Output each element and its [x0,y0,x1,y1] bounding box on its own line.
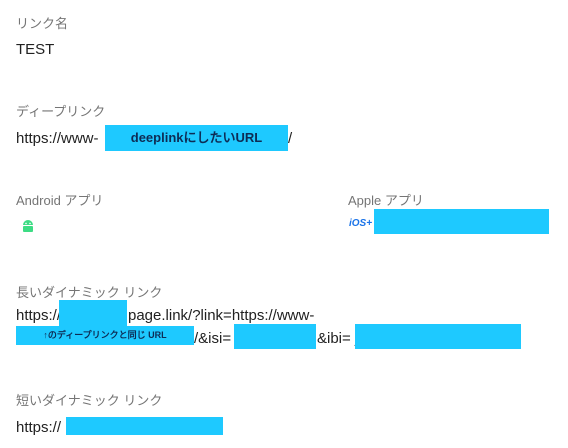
link-name-value: TEST [16,41,55,58]
long-link-line1-prefix: https:// [16,307,62,324]
short-link-label: 短いダイナミック リンク [16,393,163,408]
long-link-ibi-label: &ibi= [317,330,351,347]
apple-app-redaction [374,209,549,234]
apple-app-label: Apple アプリ [348,193,424,208]
deep-link-label: ディープリンク [16,104,106,119]
deep-link-redaction: deeplinkにしたいURL [105,125,288,151]
android-app-label: Android アプリ [16,193,104,208]
short-link-prefix: https:// [16,419,62,436]
long-link-ibi-redaction [355,324,521,349]
long-link-label: 長いダイナミック リンク [16,285,163,300]
long-link-deeplink-redaction: ↑のディープリンクと同じ URL [16,326,194,345]
short-link-redaction [66,417,223,435]
ios-icon: iOS+ [349,218,373,229]
link-name-label: リンク名 [16,16,69,31]
deep-link-suffix: / [288,130,293,147]
android-icon [23,220,33,232]
deep-link-prefix: https://www- [16,130,99,147]
long-link-isi-label: /&isi= [194,330,232,347]
long-link-isi-redaction [234,324,316,349]
long-link-line1-mid: page.link/?link=https://www- [128,307,315,324]
long-link-domain-redaction [59,300,127,328]
